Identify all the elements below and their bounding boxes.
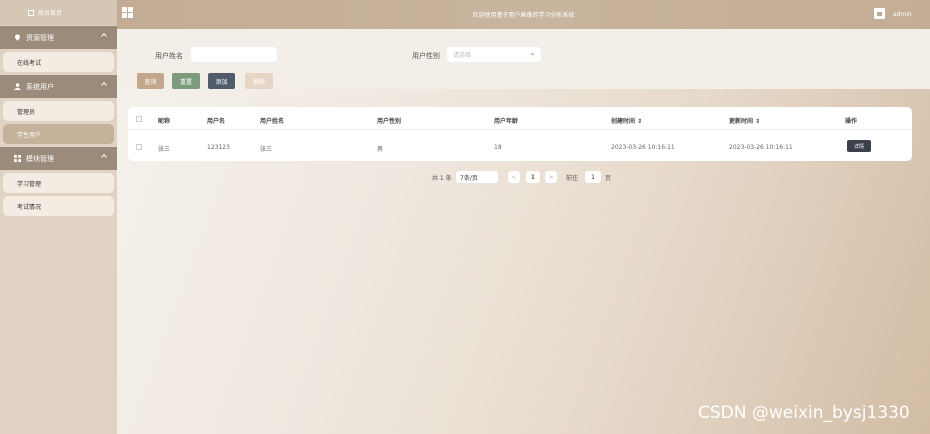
- sidebar-item-label: 考试情况: [17, 203, 42, 211]
- chevron-up-icon: [101, 154, 107, 160]
- goto-label: 前往: [566, 174, 579, 182]
- th-updated[interactable]: 更新时间 ⇕: [729, 116, 760, 125]
- th-age: 用户年龄: [494, 118, 519, 125]
- welcome-text: 欢迎使用基于用户画像的学习分析系统: [472, 12, 575, 19]
- sidebar-item-label: 学习管理: [17, 180, 42, 188]
- cell-realname: 张三: [260, 146, 273, 153]
- sidebar-item-label: 学生用户: [17, 131, 42, 139]
- sidebar-item-label: 在线考试: [17, 59, 42, 67]
- name-label: 用户姓名: [155, 52, 183, 60]
- chevron-up-icon: [101, 82, 107, 88]
- user-icon: [14, 83, 21, 90]
- page-size-value: 7条/页: [460, 174, 478, 182]
- th-actions: 操作: [845, 118, 858, 125]
- cell-created: 2023-03-26 10:16:11: [611, 144, 675, 151]
- cell-age: 18: [494, 144, 502, 151]
- sidebar-home-label: 后台首页: [38, 10, 63, 17]
- home-icon: [28, 9, 34, 16]
- avatar[interactable]: [874, 8, 885, 19]
- detail-button[interactable]: 详情: [847, 140, 871, 152]
- sidebar-item-online-exam[interactable]: 在线考试: [3, 52, 114, 72]
- gender-label: 用户性别: [412, 52, 440, 60]
- cell-username: 123123: [207, 144, 230, 151]
- reset-button[interactable]: 重置: [172, 73, 200, 89]
- top-header: 欢迎使用基于用户画像的学习分析系统 admin: [117, 0, 930, 29]
- username[interactable]: admin: [893, 11, 912, 18]
- query-button[interactable]: 查询: [137, 73, 164, 89]
- name-input[interactable]: [190, 46, 278, 63]
- sidebar-item-label: 管理员: [17, 108, 36, 116]
- th-nickname: 昵称: [158, 118, 171, 125]
- page-size-select[interactable]: 7条/页: [456, 171, 498, 183]
- sidebar-group-resource[interactable]: 资源管理: [0, 26, 117, 49]
- sidebar-group-modules[interactable]: 模块管理: [0, 147, 117, 170]
- gender-select[interactable]: 请选择: [446, 46, 542, 63]
- sidebar-item-study[interactable]: 学习管理: [3, 173, 114, 193]
- th-gender: 用户性别: [377, 118, 402, 125]
- gender-placeholder: 请选择: [453, 52, 472, 59]
- sidebar-group-label: 系统用户: [26, 82, 54, 91]
- grid-icon: [14, 155, 21, 162]
- cell-nickname: 张三: [158, 146, 171, 153]
- th-created[interactable]: 创建时间 ⇕: [611, 116, 642, 125]
- th-realname: 用户姓名: [260, 118, 285, 125]
- sidebar: 后台首页 资源管理 在线考试 系统用户 管理员 学生用户 模块管理 学习管理 考…: [0, 0, 117, 434]
- header-divider: [128, 129, 912, 130]
- cell-gender: 男: [377, 146, 384, 153]
- search-bar: 用户姓名 用户性别 请选择 查询 重置 添加 删除: [117, 29, 930, 89]
- sidebar-item-exam-status[interactable]: 考试情况: [3, 196, 114, 216]
- row-checkbox[interactable]: [136, 144, 142, 150]
- sidebar-group-users[interactable]: 系统用户: [0, 75, 117, 98]
- sidebar-group-label: 资源管理: [26, 33, 54, 42]
- prev-page-button[interactable]: <: [508, 171, 520, 183]
- sidebar-home[interactable]: 后台首页: [0, 0, 117, 25]
- add-button[interactable]: 添加: [208, 73, 235, 89]
- select-all-checkbox[interactable]: [136, 116, 142, 122]
- goto-input[interactable]: 1: [585, 171, 601, 183]
- th-username: 用户名: [207, 118, 226, 125]
- next-page-button[interactable]: >: [545, 171, 557, 183]
- watermark: CSDN @weixin_bysj1330: [698, 403, 910, 423]
- page-suffix: 页: [605, 174, 612, 182]
- current-page[interactable]: 1: [526, 171, 540, 183]
- sidebar-item-students[interactable]: 学生用户: [3, 124, 114, 144]
- pagination-total: 共 1 条: [432, 174, 452, 182]
- chevron-down-icon: [530, 51, 535, 56]
- main-content: 用户姓名 用户性别 请选择 查询 重置 添加 删除 昵称 用户名 用户姓名 用户…: [117, 29, 930, 434]
- sidebar-item-admin[interactable]: 管理员: [3, 101, 114, 121]
- delete-button[interactable]: 删除: [245, 73, 273, 89]
- chevron-up-icon: [101, 33, 107, 39]
- location-icon: [15, 34, 20, 41]
- cell-updated: 2023-03-26 10:16:11: [729, 144, 793, 151]
- sidebar-group-label: 模块管理: [26, 154, 54, 163]
- data-table: 昵称 用户名 用户姓名 用户性别 用户年龄 创建时间 ⇕ 更新时间 ⇕ 操作 张…: [128, 107, 912, 161]
